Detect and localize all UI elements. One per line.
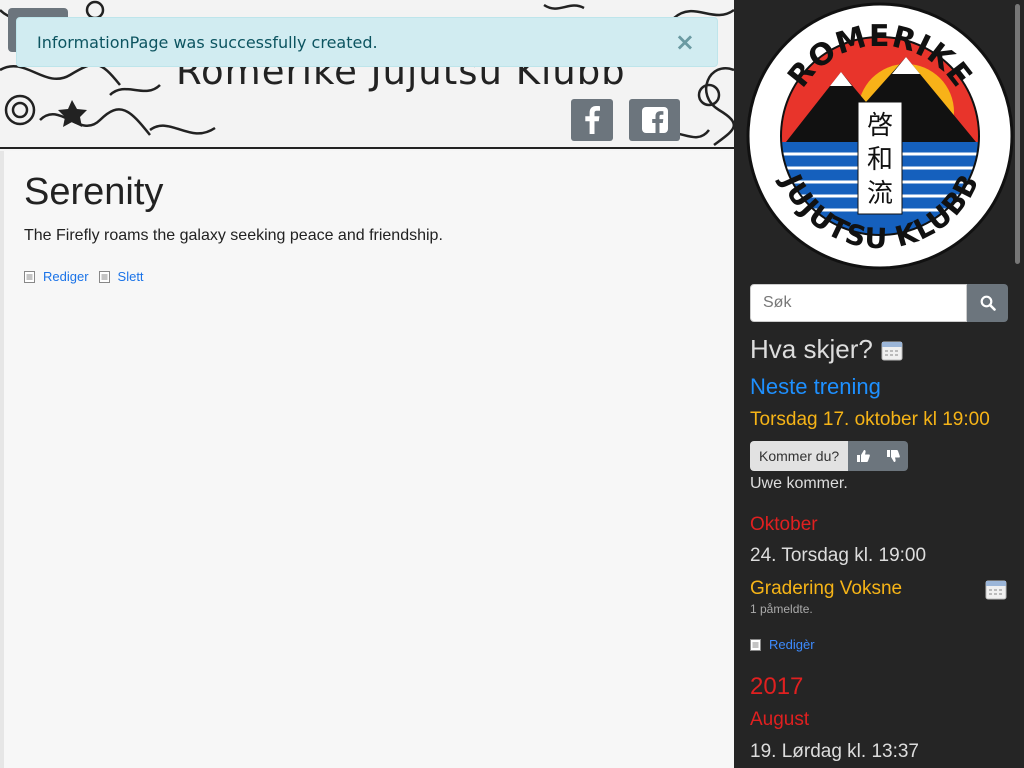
event-attendee-count: 1 påmeldte. [750, 602, 813, 616]
search-input[interactable] [750, 284, 967, 322]
page-body-text: The Firefly roams the galaxy seeking pea… [24, 227, 443, 244]
thumbs-down-icon [886, 450, 900, 462]
event-date: 19. Lørdag kl. 13:37 [750, 741, 919, 762]
document-icon [24, 270, 35, 283]
thumbs-down-button[interactable] [878, 441, 909, 471]
next-training-datetime: Torsdag 17. oktober kl 19:00 [750, 409, 990, 430]
success-alert: InformationPage was successfully created… [16, 17, 718, 67]
attend-label: Kommer du? [750, 441, 849, 471]
event-edit: Redigèr [750, 637, 815, 652]
calendar-icon[interactable] [985, 578, 1007, 600]
alert-message: InformationPage was successfully created… [37, 32, 378, 52]
event-edit-link[interactable]: Redigèr [769, 637, 815, 652]
search-icon [980, 295, 996, 311]
logo-kanji-3: 流 [867, 179, 893, 209]
main-content: Serenity The Firefly roams the galaxy se… [0, 151, 734, 768]
delete-link[interactable]: Slett [98, 269, 144, 284]
year-heading: 2017 [750, 673, 804, 700]
logo-kanji-2: 和 [867, 145, 893, 175]
facebook-link[interactable] [571, 99, 613, 141]
search-form [750, 284, 1008, 322]
club-logo[interactable]: 啓 和 流 ROMERIKE JUJUTSU KLUBB [746, 2, 1014, 270]
edit-link-label: Rediger [43, 269, 89, 284]
logo-kanji-1: 啓 [867, 111, 893, 141]
sidebar: 啓 和 流 ROMERIKE JUJUTSU KLUBB Hva skjer? … [734, 0, 1024, 768]
edit-link[interactable]: Rediger [24, 269, 89, 284]
attendance-buttons: Kommer du? [750, 441, 909, 471]
document-icon [750, 638, 761, 651]
delete-link-label: Slett [117, 269, 144, 284]
event-date: 24. Torsdag kl. 19:00 [750, 545, 927, 566]
thumbs-up-button[interactable] [848, 441, 879, 471]
facebook-icon [585, 106, 600, 134]
next-training-heading[interactable]: Neste trening [750, 374, 881, 400]
month-heading: August [750, 709, 810, 730]
thumbs-up-icon [856, 450, 870, 462]
page-actions: Rediger Slett [24, 269, 144, 284]
events-heading-text: Hva skjer? [750, 334, 873, 364]
attendance-text: Uwe kommer. [750, 475, 848, 492]
document-icon [98, 270, 110, 283]
search-button[interactable] [967, 284, 1008, 322]
event-name-link[interactable]: Gradering Voksne [750, 578, 902, 600]
facebook-square-icon [641, 107, 668, 133]
sidebar-scrollbar[interactable] [1015, 4, 1020, 264]
page-title: Serenity [24, 171, 164, 213]
events-heading: Hva skjer? [750, 334, 903, 365]
calendar-icon[interactable] [881, 339, 903, 361]
alert-close-button[interactable]: × [675, 28, 695, 56]
facebook-group-link[interactable] [629, 99, 680, 141]
month-heading: Oktober [750, 514, 818, 535]
